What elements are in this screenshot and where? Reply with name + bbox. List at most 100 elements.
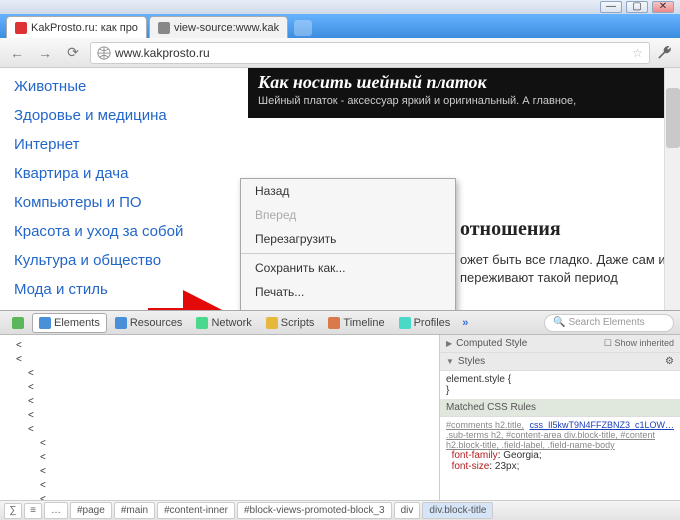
dom-node[interactable]: < xyxy=(4,451,435,465)
chevron-right-icon: ▶ xyxy=(446,339,452,348)
hero-title: Как носить шейный платок xyxy=(258,72,666,93)
close-button[interactable]: ✕ xyxy=(652,1,674,13)
breadcrumb-item[interactable]: #content-inner xyxy=(157,502,235,519)
breadcrumb-item[interactable]: div xyxy=(394,502,421,519)
sidebar-link[interactable]: Здоровье и медицина xyxy=(14,101,234,130)
devtools-settings-button[interactable]: ≡ xyxy=(24,503,42,519)
dom-node[interactable]: < xyxy=(4,423,435,437)
article-title: отношения xyxy=(460,218,674,241)
breadcrumb-item[interactable]: div.block-title xyxy=(422,502,493,519)
bookmark-star-icon[interactable]: ☆ xyxy=(632,46,643,60)
scrollbar-thumb[interactable] xyxy=(666,88,680,148)
devtools-search-input[interactable]: 🔍 Search Elements xyxy=(544,314,674,332)
resources-icon xyxy=(115,317,127,329)
devtools-toolbar: Elements Resources Network Scripts Timel… xyxy=(0,311,680,335)
address-bar[interactable]: www.kakprosto.ru ☆ xyxy=(90,42,650,64)
browser-tab-0[interactable]: KakProsto.ru: как про xyxy=(6,16,147,38)
page-viewport: Животные Здоровье и медицина Интернет Кв… xyxy=(0,68,680,310)
devtools-tabs-overflow[interactable]: » xyxy=(458,317,472,329)
devtools-body: <<<<<<<<<<<< ▶ Computed Style ☐ Show inh… xyxy=(0,335,680,500)
network-icon xyxy=(196,317,208,329)
timeline-icon xyxy=(328,317,340,329)
breadcrumb-item[interactable]: #page xyxy=(70,502,112,519)
css-property[interactable]: font-size: 23px; xyxy=(446,461,674,472)
sidebar-link[interactable]: Животные xyxy=(14,72,234,101)
reload-button[interactable]: ⟳ xyxy=(62,42,84,64)
favicon-icon xyxy=(158,22,170,34)
globe-icon xyxy=(97,46,111,60)
dom-node[interactable]: < xyxy=(4,409,435,423)
tab-strip: KakProsto.ru: как про view-source:www.ka… xyxy=(0,14,680,38)
css-property[interactable]: font-family: Georgia; xyxy=(446,450,674,461)
gear-icon[interactable]: ⚙ xyxy=(665,356,674,367)
hero-subtitle: Шейный платок - аксессуар яркий и оригин… xyxy=(258,95,666,107)
category-sidebar: Животные Здоровье и медицина Интернет Кв… xyxy=(14,72,234,304)
dom-node[interactable]: < xyxy=(4,367,435,381)
dom-node[interactable]: < xyxy=(4,353,435,367)
article-text: ожет быть все гладко. Даже сам и пережив… xyxy=(460,251,674,287)
annotation-arrow-left xyxy=(183,290,238,310)
devtools-tab-elements[interactable]: Elements xyxy=(32,313,107,333)
show-inherited-checkbox[interactable]: ☐ Show inherited xyxy=(604,338,674,349)
element-style-rule[interactable]: element.style { } xyxy=(440,371,680,399)
dom-node[interactable]: < xyxy=(4,493,435,500)
devtools-tab-scripts[interactable]: Scripts xyxy=(260,314,321,332)
url-text: www.kakprosto.ru xyxy=(115,46,210,60)
back-button[interactable]: ← xyxy=(6,42,28,64)
sidebar-link[interactable]: Красота и уход за собой xyxy=(14,217,234,246)
wrench-icon[interactable] xyxy=(656,44,674,62)
dom-breadcrumb: ∑ ≡ …#page#main#content-inner#block-view… xyxy=(0,500,680,520)
sidebar-link[interactable]: Компьютеры и ПО xyxy=(14,188,234,217)
dom-node[interactable]: < xyxy=(4,437,435,451)
source-link[interactable]: css_Il5kwT9N4FFZBNZ3_c1LOW… xyxy=(529,420,674,430)
sidebar-link[interactable]: Культура и общество xyxy=(14,246,234,275)
context-menu-item[interactable]: Назад xyxy=(241,179,455,203)
devtools-inspect-button[interactable] xyxy=(6,314,30,332)
favicon-icon xyxy=(15,22,27,34)
scripts-icon xyxy=(266,317,278,329)
dom-node[interactable]: < xyxy=(4,465,435,479)
devtools-tab-resources[interactable]: Resources xyxy=(109,314,189,332)
dom-node[interactable]: < xyxy=(4,395,435,409)
context-menu-item[interactable]: Печать... xyxy=(241,280,455,304)
profiles-icon xyxy=(399,317,411,329)
devtools-tab-network[interactable]: Network xyxy=(190,314,257,332)
maximize-button[interactable]: ▢ xyxy=(626,1,648,13)
minimize-button[interactable]: — xyxy=(600,1,622,13)
breadcrumb-item[interactable]: #block-views-promoted-block_3 xyxy=(237,502,392,519)
context-menu: НазадВпередПерезагрузить Сохранить как...… xyxy=(240,178,456,310)
matched-rules-header: Matched CSS Rules xyxy=(440,399,680,417)
breadcrumb-item[interactable]: … xyxy=(44,502,68,519)
matched-rule[interactable]: css_Il5kwT9N4FFZBNZ3_c1LOW… #comments h2… xyxy=(440,417,680,475)
context-menu-item[interactable]: Перевести на русский xyxy=(241,304,455,310)
dom-tree[interactable]: <<<<<<<<<<<< xyxy=(0,335,440,500)
computed-style-header[interactable]: ▶ Computed Style ☐ Show inherited xyxy=(440,335,680,353)
breadcrumb-item[interactable]: #main xyxy=(114,502,155,519)
chevron-down-icon: ▼ xyxy=(446,357,454,366)
window-controls: — ▢ ✕ xyxy=(0,0,680,14)
sidebar-link[interactable]: Квартира и дача xyxy=(14,159,234,188)
tab-title: KakProsto.ru: как про xyxy=(31,22,138,34)
dom-node[interactable]: < xyxy=(4,381,435,395)
new-tab-button[interactable] xyxy=(294,20,312,36)
article-preview: отношения ожет быть все гладко. Даже сам… xyxy=(460,218,674,287)
browser-tab-1[interactable]: view-source:www.kak xyxy=(149,16,288,38)
styles-header[interactable]: ▼ Styles ⚙ xyxy=(440,353,680,371)
elements-icon xyxy=(39,317,51,329)
dom-node[interactable]: < xyxy=(4,479,435,493)
context-menu-item: Вперед xyxy=(241,203,455,227)
forward-button[interactable]: → xyxy=(34,42,56,64)
sidebar-link[interactable]: Интернет xyxy=(14,130,234,159)
devtools-panel: Elements Resources Network Scripts Timel… xyxy=(0,310,680,520)
tab-title: view-source:www.kak xyxy=(174,22,279,34)
dom-node[interactable]: < xyxy=(4,339,435,353)
context-menu-item[interactable]: Сохранить как... xyxy=(241,256,455,280)
context-menu-item[interactable]: Перезагрузить xyxy=(241,227,455,251)
viewport-scrollbar[interactable] xyxy=(664,68,680,310)
hero-banner[interactable]: Как носить шейный платок Шейный платок -… xyxy=(248,68,676,118)
context-menu-separator xyxy=(241,253,455,254)
magnifier-icon xyxy=(12,317,24,329)
devtools-tab-timeline[interactable]: Timeline xyxy=(322,314,390,332)
console-toggle-button[interactable]: ∑ xyxy=(4,503,22,519)
devtools-tab-profiles[interactable]: Profiles xyxy=(393,314,457,332)
